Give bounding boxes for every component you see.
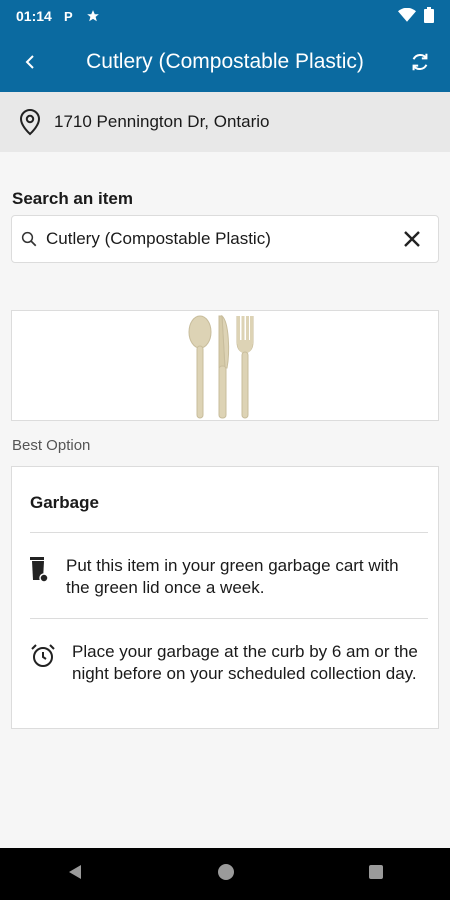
battery-icon: [424, 6, 434, 26]
item-image-card: [11, 310, 439, 421]
svg-text:P: P: [64, 9, 73, 23]
back-nav-icon[interactable]: [66, 863, 84, 886]
recents-nav-icon[interactable]: [368, 864, 384, 885]
divider: [30, 618, 428, 619]
garbage-cart-icon: [30, 555, 50, 599]
wifi-icon: [398, 7, 416, 25]
parking-icon: P: [62, 9, 76, 23]
best-option-label: Best Option: [12, 437, 91, 454]
page-title: Cutlery (Compostable Plastic): [86, 50, 364, 73]
instruction-row: Put this item in your green garbage cart…: [30, 555, 424, 599]
disposal-category-heading: Garbage: [30, 493, 99, 512]
status-time: 01:14: [16, 8, 52, 24]
search-input[interactable]: [44, 228, 394, 250]
home-nav-icon[interactable]: [216, 862, 236, 887]
divider: [30, 532, 428, 533]
refresh-icon: [412, 53, 428, 71]
alarm-clock-icon: [30, 641, 56, 685]
system-nav-bar: [0, 848, 450, 900]
back-button[interactable]: [0, 32, 60, 92]
star-icon: [86, 9, 100, 23]
search-icon: [20, 230, 38, 248]
instruction-text: Put this item in your green garbage cart…: [66, 556, 399, 597]
status-bar: 01:14 P: [0, 0, 450, 32]
clear-search-button[interactable]: [394, 221, 430, 257]
location-pin-icon: [18, 108, 42, 136]
search-box[interactable]: [11, 215, 439, 263]
close-icon: [404, 231, 420, 247]
address-bar[interactable]: 1710 Pennington Dr, Ontario: [0, 92, 450, 152]
app-bar: Cutlery (Compostable Plastic): [0, 32, 450, 92]
cutlery-image: [188, 314, 254, 418]
chevron-left-icon: [25, 55, 34, 69]
refresh-button[interactable]: [390, 32, 450, 92]
instruction-row: Place your garbage at the curb by 6 am o…: [30, 641, 424, 685]
instruction-text: Place your garbage at the curb by 6 am o…: [72, 642, 418, 683]
address-text: 1710 Pennington Dr, Ontario: [54, 112, 270, 131]
best-option-card: Garbage Put this item in your green garb…: [11, 466, 439, 729]
search-label: Search an item: [12, 189, 133, 208]
